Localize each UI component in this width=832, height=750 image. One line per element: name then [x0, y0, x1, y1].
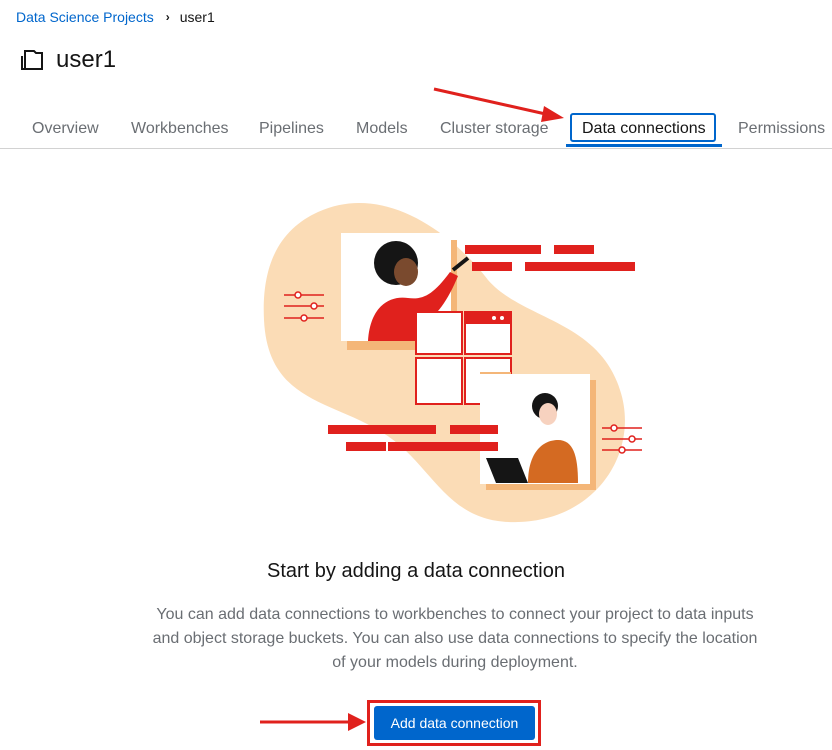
add-data-connection-button[interactable]: Add data connection	[374, 706, 535, 740]
breadcrumb-data-science-projects[interactable]: Data Science Projects	[16, 9, 154, 25]
tab-permissions[interactable]: Permissions	[738, 110, 825, 147]
page-header: user1	[20, 46, 116, 74]
folder-icon	[21, 50, 43, 70]
data-connection-illustration	[263, 202, 642, 523]
empty-state-body: You can add data connections to workbenc…	[152, 606, 758, 671]
breadcrumb: Data Science Projects › user1	[16, 9, 215, 25]
chevron-right-icon: ›	[165, 10, 170, 24]
active-tab-underline	[566, 144, 722, 147]
breadcrumb-current: user1	[179, 9, 215, 25]
tab-models[interactable]: Models	[356, 110, 408, 147]
tab-bar: Overview Workbenches Pipelines Models Cl…	[0, 110, 832, 149]
annotation-arrow-icon	[433, 87, 564, 122]
tab-overview[interactable]: Overview	[32, 110, 99, 147]
annotation-arrow-icon	[260, 713, 366, 731]
tab-data-connections[interactable]: Data connections	[582, 110, 706, 147]
tab-workbenches[interactable]: Workbenches	[131, 110, 229, 147]
page-title: user1	[56, 46, 117, 73]
empty-state-title: Start by adding a data connection	[267, 560, 565, 582]
tab-pipelines[interactable]: Pipelines	[259, 110, 324, 147]
